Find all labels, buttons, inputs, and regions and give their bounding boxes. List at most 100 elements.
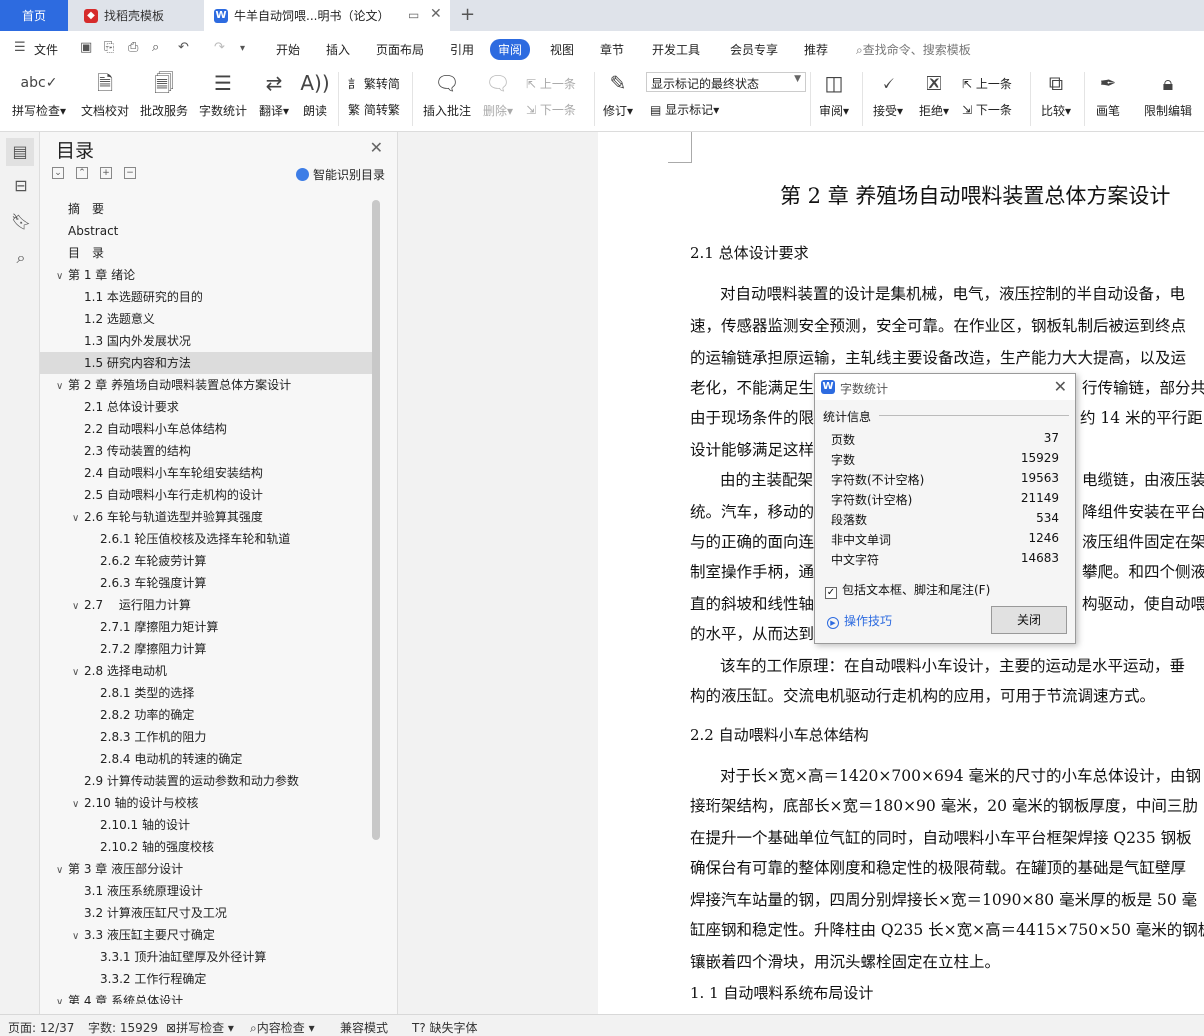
close-button[interactable]: 关闭 — [991, 606, 1067, 634]
search-icon[interactable]: ⌕ — [10, 248, 32, 268]
toc-item[interactable]: 2.1 总体设计要求 — [40, 396, 372, 418]
toc-item[interactable]: 3.2 计算液压缸尺寸及工况 — [40, 902, 372, 924]
reject-button[interactable]: 🗷 拒绝▾ — [914, 68, 954, 119]
chevron-down-icon[interactable]: ∨ — [72, 926, 84, 948]
content-check-status[interactable]: ⌕内容检查 ▾ — [250, 1019, 315, 1036]
delete-comment-button[interactable]: 🗨 删除▾ — [480, 68, 516, 119]
hamburger-icon[interactable]: ☰ — [14, 40, 26, 55]
toc-item[interactable]: 2.8.3 工作机的阻力 — [40, 726, 372, 748]
spell-check-button[interactable]: abc✓ 拼写检查▾ — [10, 68, 68, 119]
toc-item[interactable]: 2.7.2 摩擦阻力计算 — [40, 638, 372, 660]
chevron-down-icon[interactable]: ∨ — [72, 508, 84, 530]
toc-item[interactable]: ∨ 第 2 章 养殖场自动喂料装置总体方案设计 — [40, 374, 372, 396]
show-markup-button[interactable]: ▤ 显示标记▾ — [650, 101, 719, 118]
menu-reference[interactable]: 引用 — [450, 41, 474, 58]
doc-proof-button[interactable]: 🗎 文档校对 — [78, 68, 132, 119]
compare-button[interactable]: ⧉ 比较▾ — [1036, 68, 1076, 119]
chevron-down-icon[interactable]: ∨ — [72, 662, 84, 684]
tips-link[interactable]: ▶ 操作技巧 — [827, 612, 892, 629]
toc-item[interactable]: 1.5 研究内容和方法 — [40, 352, 372, 374]
toc-item[interactable]: 1.2 选题意义 — [40, 308, 372, 330]
toc-item[interactable]: 1.1 本选题研究的目的 — [40, 286, 372, 308]
batch-service-button[interactable]: 🗐 批改服务 — [138, 68, 190, 119]
next-change-button[interactable]: ⇲ 下一条 — [962, 101, 1012, 118]
toc-item[interactable]: 2.2 自动喂料小车总体结构 — [40, 418, 372, 440]
tab-close-icon[interactable]: ✕ — [430, 6, 442, 22]
markup-state-dropdown[interactable]: 显示标记的最终状态 ▼ — [646, 72, 806, 92]
chevron-down-icon[interactable]: ∨ — [56, 266, 68, 288]
menu-insert[interactable]: 插入 — [326, 41, 350, 58]
more-icon[interactable]: ▾ — [240, 43, 245, 54]
toc-item[interactable]: ∨ 第 1 章 绪论 — [40, 264, 372, 286]
close-icon[interactable]: ✕ — [1054, 377, 1067, 396]
toc-item[interactable]: 目 录 — [40, 242, 372, 264]
prev-change-button[interactable]: ⇱ 上一条 — [962, 75, 1012, 92]
menu-chapter[interactable]: 章节 — [600, 41, 624, 58]
include-notes-checkbox[interactable]: ✓ 包括文本框、脚注和尾注(F) — [825, 581, 990, 599]
menu-recommend[interactable]: 推荐 — [804, 41, 828, 58]
command-search[interactable]: ⌕查找命令、搜索模板 — [856, 41, 971, 58]
accept-button[interactable]: 🗸 接受▾ — [868, 68, 908, 119]
menu-view[interactable]: 视图 — [550, 41, 574, 58]
toc-item[interactable]: 2.6.1 轮压值校核及选择车轮和轨道 — [40, 528, 372, 550]
restrict-edit-button[interactable]: 🔒︎ 限制编辑 — [1138, 68, 1198, 119]
chevron-down-icon[interactable]: ∨ — [56, 376, 68, 398]
toc-nav-icon[interactable]: ▤ — [6, 138, 34, 166]
undo-icon[interactable]: ↶ — [178, 40, 189, 55]
toc-item[interactable]: ∨ 2.7 运行阻力计算 — [40, 594, 372, 616]
toc-item[interactable]: ∨ 第 3 章 液压部分设计 — [40, 858, 372, 880]
save-icon[interactable]: ▣ — [80, 40, 92, 55]
new-tab-icon[interactable]: + — [460, 4, 475, 25]
tab-template[interactable]: ◆ 找稻壳模板 — [70, 0, 204, 31]
prev-comment-button[interactable]: ⇱ 上一条 — [526, 75, 576, 92]
bookmark-icon[interactable]: 🔖︎ — [10, 212, 32, 231]
toc-item[interactable]: 2.5 自动喂料小车行走机构的设计 — [40, 484, 372, 506]
redo-icon[interactable]: ↷ — [214, 40, 225, 55]
spell-check-status[interactable]: ⊠拼写检查 ▾ — [166, 1019, 234, 1036]
print-icon[interactable]: ⎙ — [128, 40, 138, 55]
expand-up-icon[interactable]: ⌃ — [76, 167, 88, 179]
toc-item[interactable]: 2.8.1 类型的选择 — [40, 682, 372, 704]
toc-item[interactable]: 3.1 液压系统原理设计 — [40, 880, 372, 902]
toc-item[interactable]: 2.6.3 车轮强度计算 — [40, 572, 372, 594]
toc-item[interactable]: 摘 要 — [40, 198, 372, 220]
toc-item[interactable]: 2.3 传动装置的结构 — [40, 440, 372, 462]
menu-member[interactable]: 会员专享 — [730, 41, 778, 58]
collapse-all-icon[interactable]: ⌄ — [52, 167, 64, 179]
toc-item[interactable]: ∨ 2.8 选择电动机 — [40, 660, 372, 682]
review-pane-button[interactable]: ◫ 审阅▾ — [816, 68, 852, 119]
tab-home[interactable]: 首页 — [0, 0, 68, 31]
chevron-down-icon[interactable]: ∨ — [56, 992, 68, 1004]
simp-to-trad-button[interactable]: 繁 简转繁 — [348, 101, 400, 118]
toc-item[interactable]: ∨ 2.10 轴的设计与校核 — [40, 792, 372, 814]
menu-devtools[interactable]: 开发工具 — [652, 41, 700, 58]
page-indicator[interactable]: 页面: 12/37 — [8, 1019, 74, 1036]
menu-layout[interactable]: 页面布局 — [376, 41, 424, 58]
add-heading-icon[interactable]: + — [100, 167, 112, 179]
toc-item[interactable]: 1.3 国内外发展状况 — [40, 330, 372, 352]
chevron-down-icon[interactable]: ∨ — [72, 794, 84, 816]
export-icon[interactable]: ⎘ — [104, 40, 114, 55]
toc-item[interactable]: 2.10.2 轴的强度校核 — [40, 836, 372, 858]
toc-item[interactable]: 2.10.1 轴的设计 — [40, 814, 372, 836]
toc-item[interactable]: 2.4 自动喂料小车车轮组安装结构 — [40, 462, 372, 484]
revision-button[interactable]: ✎ 修订▾ — [598, 68, 638, 119]
word-count-button[interactable]: ☰ 字数统计 — [196, 68, 250, 119]
missing-font-status[interactable]: T? 缺失字体 — [412, 1019, 478, 1036]
toc-scrollbar[interactable] — [372, 200, 380, 840]
chevron-down-icon[interactable]: ∨ — [56, 860, 68, 882]
toc-item[interactable]: Abstract — [40, 220, 372, 242]
toc-item[interactable]: 2.7.1 摩擦阻力矩计算 — [40, 616, 372, 638]
close-icon[interactable]: ✕ — [370, 138, 383, 157]
word-count-indicator[interactable]: 字数: 15929 — [88, 1019, 158, 1036]
menu-start[interactable]: 开始 — [276, 41, 300, 58]
toc-item[interactable]: 2.9 计算传动装置的运动参数和动力参数 — [40, 770, 372, 792]
read-aloud-button[interactable]: A)) 朗读 — [300, 68, 330, 119]
chapter-nav-icon[interactable]: ⊟ — [10, 176, 32, 195]
translate-button[interactable]: ⇄ 翻译▾ — [256, 68, 292, 119]
trad-to-simp-button[interactable]: 訁 繁转简 — [348, 75, 400, 92]
toc-item[interactable]: 2.6.2 车轮疲劳计算 — [40, 550, 372, 572]
toc-item[interactable]: 3.3.1 顶升油缸壁厚及外径计算 — [40, 946, 372, 968]
menu-file[interactable]: 文件 — [34, 41, 58, 58]
insert-comment-button[interactable]: 🗨 插入批注 — [420, 68, 474, 119]
